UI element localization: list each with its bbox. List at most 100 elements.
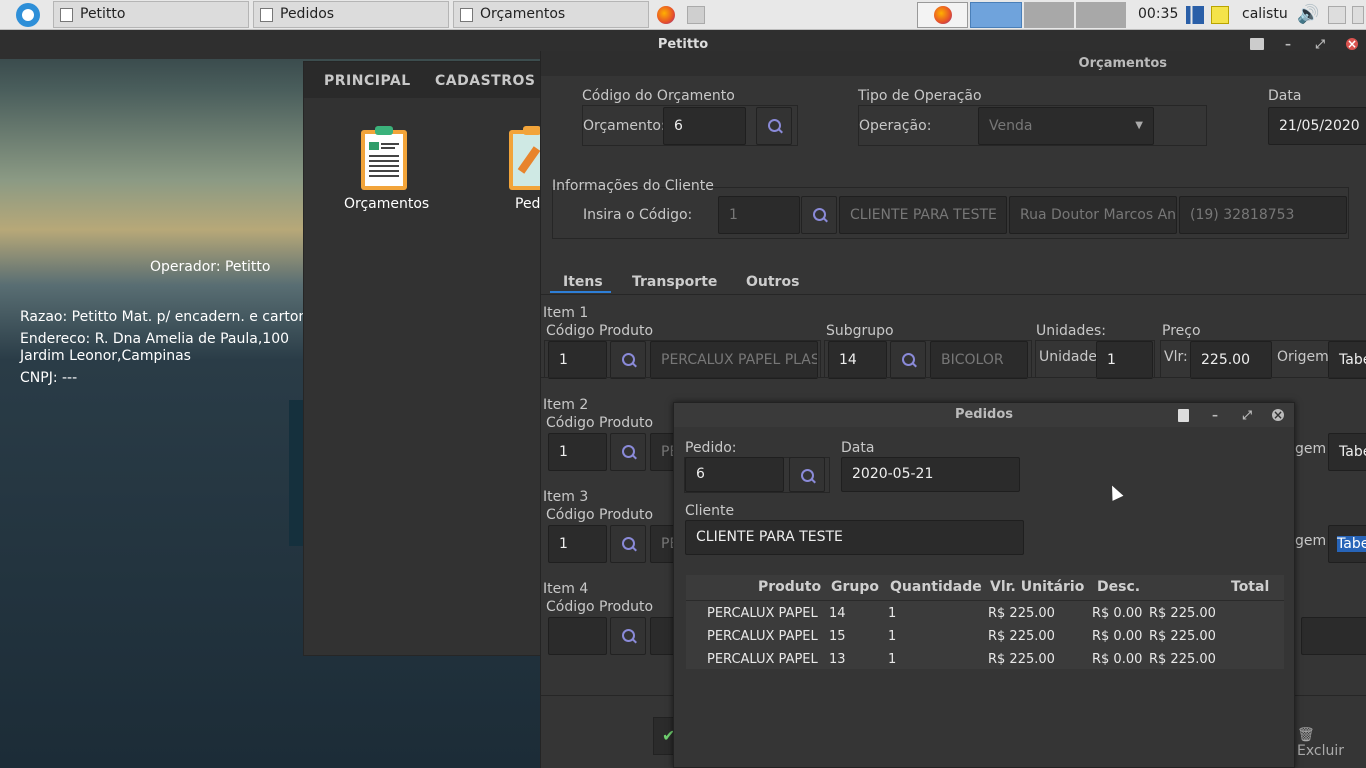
pedido-input[interactable]: 6 bbox=[685, 457, 784, 492]
item1-search-subgrupo-button[interactable] bbox=[890, 341, 926, 379]
item1-search-produto-button[interactable] bbox=[610, 341, 646, 379]
cell-grupo: 13 bbox=[829, 652, 846, 667]
column-header-produto[interactable]: Produto bbox=[758, 579, 821, 595]
maximize-icon[interactable]: ⤢ bbox=[1241, 409, 1253, 421]
orcamento-input[interactable]: 6 bbox=[663, 107, 746, 145]
notes-icon[interactable] bbox=[1211, 6, 1229, 24]
pedidos-window: Pedidos – ⤢ × Pedido: 6 Data 2020-05-21 … bbox=[673, 402, 1295, 768]
tab-outros[interactable]: Outros bbox=[746, 274, 799, 290]
user-name[interactable]: calistu bbox=[1242, 6, 1288, 22]
pedidos-titlebar[interactable]: Pedidos – ⤢ × bbox=[674, 403, 1294, 427]
excluir-button[interactable]: 🗑 Excluir bbox=[1297, 727, 1366, 759]
item4-title: Item 4 bbox=[543, 581, 589, 597]
item3-search-produto-button[interactable] bbox=[610, 525, 646, 563]
clipboard-list-icon[interactable] bbox=[359, 124, 409, 192]
pedido-label: Pedido: bbox=[685, 440, 737, 456]
cell-unitario: R$ 225.00 bbox=[988, 606, 1055, 621]
item1-unidade-label: Unidade bbox=[1039, 349, 1097, 365]
settings-icon[interactable] bbox=[1328, 6, 1346, 24]
network-icon[interactable] bbox=[1186, 6, 1204, 24]
item4-codigo-input[interactable] bbox=[548, 617, 607, 655]
column-header-grupo[interactable]: Grupo bbox=[831, 579, 879, 595]
close-icon[interactable]: × bbox=[1346, 38, 1358, 50]
workspace-3[interactable] bbox=[1024, 2, 1074, 28]
data-input[interactable]: 2020-05-21 bbox=[841, 457, 1020, 492]
cliente-nome-field[interactable]: CLIENTE PARA TESTE bbox=[839, 196, 1007, 234]
column-header-vlr-unitario[interactable]: Vlr. Unitário bbox=[990, 579, 1084, 595]
task-pedidos[interactable]: Pedidos bbox=[253, 1, 449, 28]
column-header-total[interactable]: Total bbox=[1231, 579, 1269, 595]
search-cliente-button[interactable] bbox=[801, 196, 837, 234]
app-label-pedidos[interactable]: Ped bbox=[515, 196, 540, 212]
item1-codigo-input[interactable]: 1 bbox=[548, 341, 607, 379]
item3-title: Item 3 bbox=[543, 489, 589, 505]
data-input[interactable]: 21/05/2020 bbox=[1268, 107, 1366, 145]
item1-vlr-input[interactable]: 225.00 bbox=[1190, 341, 1272, 379]
item3-codigo-input[interactable]: 1 bbox=[548, 525, 607, 563]
item3-origem-select[interactable]: Tabe bbox=[1328, 525, 1366, 563]
table-row[interactable]: PERCALUX PAPEL 13 1 R$ 225.00 R$ 0.00 R$… bbox=[686, 649, 1284, 671]
item2-search-produto-button[interactable] bbox=[610, 433, 646, 471]
minimize-icon[interactable]: – bbox=[1282, 38, 1294, 50]
close-icon[interactable]: × bbox=[1272, 409, 1284, 421]
tray-extra-icon[interactable] bbox=[1352, 6, 1364, 24]
item1-origem-select[interactable]: Tabe bbox=[1328, 341, 1366, 379]
table-row[interactable]: PERCALUX PAPEL 15 1 R$ 225.00 R$ 0.00 R$… bbox=[686, 626, 1284, 648]
cell-unitario: R$ 225.00 bbox=[988, 652, 1055, 667]
item4-codigo-label: Código Produto bbox=[546, 599, 654, 615]
start-menu-icon[interactable] bbox=[16, 3, 40, 27]
cell-quantidade: 1 bbox=[888, 606, 897, 621]
menu-tab-principal[interactable]: PRINCIPAL bbox=[324, 73, 411, 89]
item2-codigo-label: Código Produto bbox=[546, 415, 654, 431]
item1-preco-label: Preço bbox=[1162, 323, 1201, 339]
operator-label: Operador: Petitto bbox=[150, 259, 271, 275]
clock[interactable]: 00:35 bbox=[1138, 6, 1178, 22]
task-petitto[interactable]: Petitto bbox=[53, 1, 249, 28]
search-pedido-button[interactable] bbox=[789, 457, 825, 492]
workspace-2[interactable] bbox=[970, 2, 1022, 28]
taskbar: Petitto Pedidos Orçamentos 00:35 calistu… bbox=[0, 0, 1366, 30]
window-menu-icon[interactable] bbox=[1178, 409, 1189, 422]
operacao-select[interactable]: Venda ▼ bbox=[978, 107, 1154, 145]
item1-subgrupo-nome-field[interactable]: BICOLOR bbox=[930, 341, 1028, 379]
clipboard-edit-icon[interactable] bbox=[507, 124, 544, 192]
item4-search-produto-button[interactable] bbox=[610, 617, 646, 655]
column-header-quantidade[interactable]: Quantidade bbox=[890, 579, 982, 595]
app-label-orcamentos[interactable]: Orçamentos bbox=[344, 196, 429, 212]
volume-icon[interactable]: 🔊 bbox=[1297, 6, 1319, 24]
data-label: Data bbox=[841, 440, 875, 456]
item2-origem-select[interactable]: Tabe bbox=[1328, 433, 1366, 471]
app-window-icon bbox=[60, 8, 73, 22]
menu-tab-cadastros[interactable]: CADASTROS bbox=[435, 73, 535, 89]
orcamentos-titlebar[interactable]: Orçamentos bbox=[541, 51, 1366, 76]
cliente-endereco-field[interactable]: Rua Doutor Marcos Ant bbox=[1009, 196, 1177, 234]
item1-subgrupo-input[interactable]: 14 bbox=[828, 341, 887, 379]
workspace-4[interactable] bbox=[1076, 2, 1126, 28]
cell-desc: R$ 0.00 bbox=[1092, 652, 1143, 667]
operacao-label: Operação: bbox=[859, 118, 932, 134]
orcamento-label: Orçamento: bbox=[583, 118, 666, 134]
search-orcamento-button[interactable] bbox=[756, 107, 792, 145]
cliente-codigo-input[interactable]: 1 bbox=[718, 196, 800, 234]
window-menu-icon[interactable] bbox=[1250, 38, 1264, 50]
firefox-icon[interactable] bbox=[657, 6, 675, 24]
cliente-input[interactable]: CLIENTE PARA TESTE bbox=[685, 520, 1024, 555]
item3-codigo-label: Código Produto bbox=[546, 507, 654, 523]
cliente-telefone-field[interactable]: (19) 32818753 bbox=[1179, 196, 1347, 234]
minimize-icon[interactable]: – bbox=[1209, 409, 1221, 421]
column-header-desc[interactable]: Desc. bbox=[1097, 579, 1140, 595]
chevron-down-icon: ▼ bbox=[1135, 120, 1143, 131]
endereco-label: Endereco: R. Dna Amelia de Paula,100 bbox=[20, 331, 290, 347]
cell-produto: PERCALUX PAPEL bbox=[707, 652, 818, 667]
tab-transporte[interactable]: Transporte bbox=[632, 274, 717, 290]
item4-origem-select[interactable] bbox=[1301, 617, 1366, 655]
table-row[interactable]: PERCALUX PAPEL 14 1 R$ 225.00 R$ 0.00 R$… bbox=[686, 603, 1284, 625]
tray-app-icon[interactable] bbox=[687, 6, 705, 24]
item1-produto-field[interactable]: PERCALUX PAPEL PLAST bbox=[650, 341, 818, 379]
workspace-1[interactable] bbox=[917, 2, 968, 28]
task-orcamentos[interactable]: Orçamentos bbox=[453, 1, 649, 28]
tab-itens[interactable]: Itens bbox=[563, 274, 603, 290]
item2-codigo-input[interactable]: 1 bbox=[548, 433, 607, 471]
item1-unidade-input[interactable]: 1 bbox=[1096, 341, 1153, 379]
maximize-icon[interactable]: ⤢ bbox=[1314, 38, 1326, 50]
